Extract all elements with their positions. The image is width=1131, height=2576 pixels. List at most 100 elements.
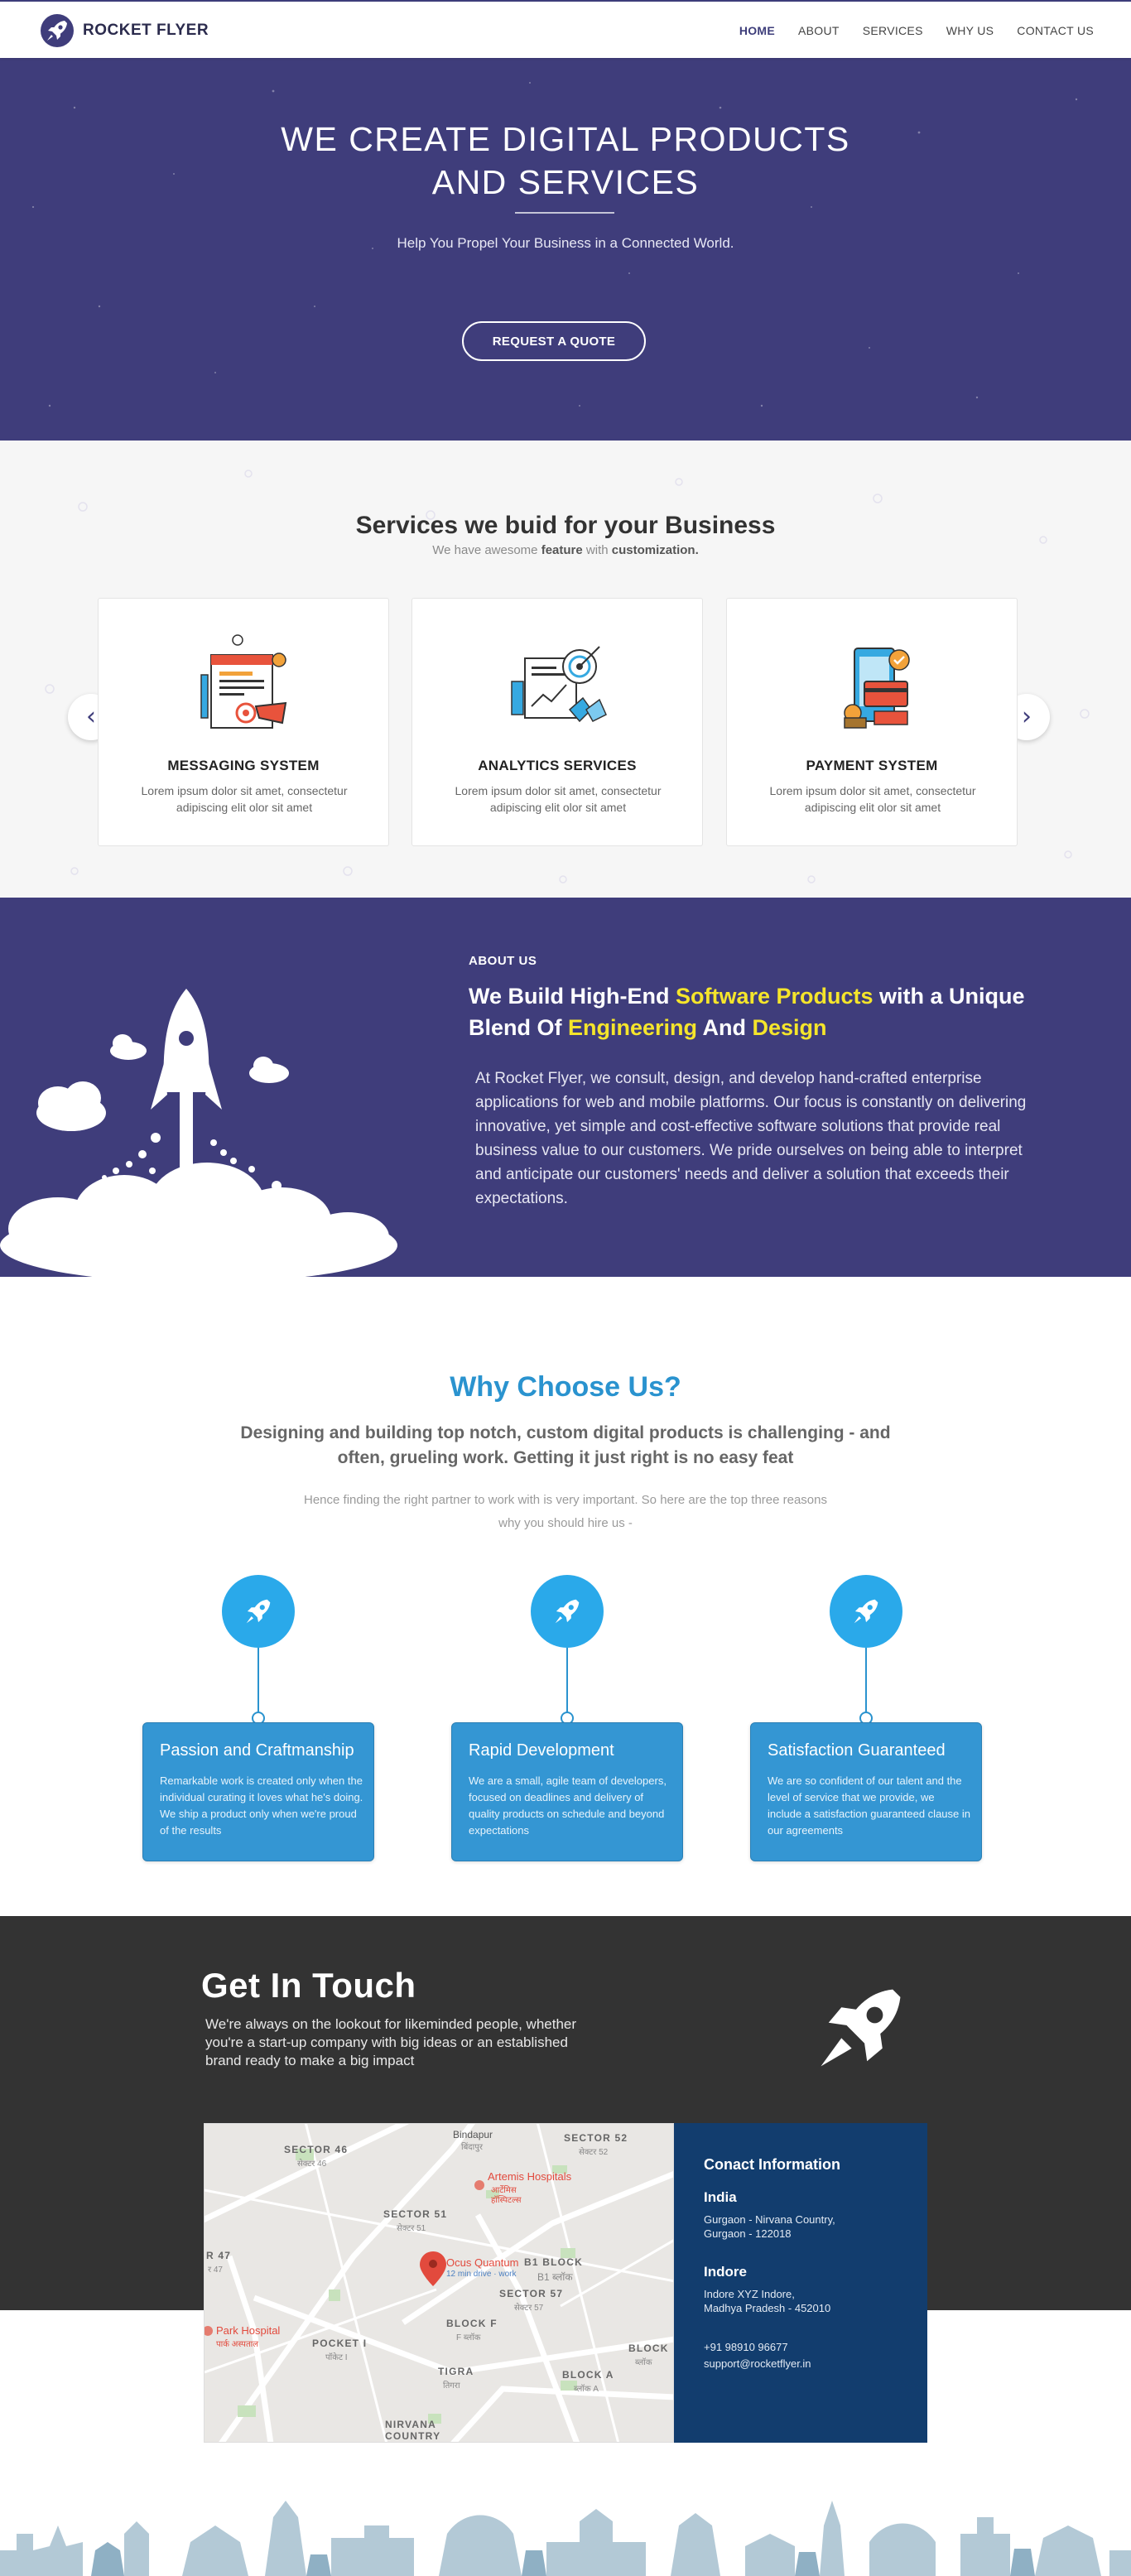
map-label: Bindapur (453, 2129, 493, 2140)
about-label: ABOUT US (469, 954, 537, 968)
map-label: सेक्टर 46 (297, 2160, 327, 2169)
office-indore-heading: Indore (704, 2264, 747, 2280)
rocket-launch-illustration (0, 989, 397, 1277)
feature-badge (222, 1575, 295, 1648)
service-card-title: PAYMENT SYSTEM (806, 758, 938, 773)
feature-badge (531, 1575, 604, 1648)
map-label: F ब्लॉक (456, 2333, 481, 2342)
hero-section: WE CREATE DIGITAL PRODUCTS AND SERVICES … (0, 58, 1131, 441)
map-label: BLOCK A (562, 2369, 614, 2381)
map-label: तिगरा (443, 2381, 460, 2391)
main-nav: HOME ABOUT SERVICES WHY US CONTACT US (739, 24, 1094, 37)
contact-info-title: Conact Information (704, 2156, 840, 2173)
hero-title-line1: WE CREATE DIGITAL PRODUCTS (281, 120, 850, 158)
map-label: सेक्टर 52 (579, 2148, 609, 2157)
service-card-title: MESSAGING SYSTEM (167, 758, 320, 773)
hero-divider (515, 212, 614, 214)
rocket-logo-icon (41, 14, 74, 47)
map-label: BLOCK (628, 2342, 669, 2354)
map-label: पार्क अस्पताल (216, 2340, 259, 2349)
why-note: Hence finding the right partner to work … (304, 1493, 827, 1530)
map-place-label: Ocus Quantum (446, 2256, 519, 2269)
nav-services[interactable]: SERVICES (863, 24, 923, 37)
map-label: TIGRA (438, 2366, 474, 2377)
feature-text: We are so confident of our talent and th… (768, 1774, 970, 1837)
service-card[interactable]: PAYMENT SYSTEM Lorem ipsum dolor sit ame… (726, 598, 1018, 846)
service-card-text: Lorem ipsum dolor sit amet, consectetur … (769, 784, 976, 814)
contact-text: We're always on the lookout for likemind… (205, 2016, 577, 2068)
map-label: B1 ब्लॉक (537, 2271, 573, 2283)
map-roads (205, 2124, 673, 2442)
map-label: BLOCK F (446, 2318, 498, 2329)
map-label: पॉकेट I (325, 2353, 348, 2362)
hero-title: WE CREATE DIGITAL PRODUCTS AND SERVICES (0, 118, 1131, 204)
chevron-right-icon: › (1022, 702, 1032, 731)
location-map[interactable]: SECTOR 46 सेक्टर 46 Bindapur बिंदापुर SE… (204, 2123, 674, 2443)
nav-about[interactable]: ABOUT (798, 24, 840, 37)
rocket-icon (821, 1989, 901, 2067)
nav-why-us[interactable]: WHY US (946, 24, 994, 37)
map-label: हॉस्पिटल्स (491, 2196, 522, 2205)
contact-phone[interactable]: +91 98910 96677 (704, 2340, 788, 2354)
nav-home[interactable]: HOME (739, 24, 775, 37)
map-label: R 47 (206, 2250, 232, 2261)
services-title: Services we buid for your Business (355, 512, 776, 539)
map-place-label: Artemis Hospitals (488, 2170, 572, 2183)
map-label: ब्लॉक A (574, 2385, 599, 2394)
feature-badge (830, 1575, 902, 1648)
about-text: At Rocket Flyer, we consult, design, and… (475, 1070, 1027, 1207)
map-label: SECTOR 57 (499, 2288, 564, 2299)
rocket-icon (854, 1599, 878, 1624)
rocket-icon (246, 1599, 271, 1624)
map-label: SECTOR 51 (383, 2208, 448, 2220)
feature-text: Remarkable work is created only when the… (160, 1774, 363, 1837)
service-card[interactable]: MESSAGING SYSTEM Lorem ipsum dolor sit a… (98, 598, 389, 846)
contact-email[interactable]: support@rocketflyer.in (704, 2357, 811, 2371)
service-card-title: ANALYTICS SERVICES (478, 758, 637, 773)
map-label: सेक्टर 51 (397, 2224, 426, 2233)
nav-contact-us[interactable]: CONTACT US (1017, 24, 1094, 37)
map-label: COUNTRY (385, 2430, 441, 2442)
map-label: SECTOR 46 (284, 2144, 349, 2155)
feature-item: Passion and Craftmanship Remarkable work… (142, 1575, 374, 1873)
services-subtitle: We have awesome feature with customizati… (432, 543, 699, 557)
why-section: Why Choose Us? Designing and building to… (0, 1277, 1131, 1916)
map-label: POCKET I (312, 2338, 368, 2349)
map-label: 12 min drive · work (446, 2270, 517, 2279)
feature-item: Rapid Development We are a small, agile … (451, 1575, 683, 1873)
brand-name: ROCKET FLYER (83, 22, 209, 39)
feature-title: Passion and Craftmanship (160, 1741, 354, 1760)
connector-line (566, 1648, 568, 1714)
services-section: Services we buid for your Business We ha… (0, 441, 1131, 898)
about-heading: We Build High-End Software Products with… (469, 984, 1025, 1040)
feature-title: Rapid Development (469, 1741, 614, 1760)
feature-title: Satisfaction Guaranteed (768, 1741, 946, 1760)
service-card[interactable]: ANALYTICS SERVICES Lorem ipsum dolor sit… (411, 598, 703, 846)
map-label: SECTOR 52 (564, 2132, 628, 2144)
request-quote-button[interactable]: REQUEST A QUOTE (462, 321, 646, 361)
analytics-icon (511, 646, 607, 723)
chevron-left-icon: ‹ (86, 702, 96, 731)
office-indore-address: Indore XYZ Indore, Madhya Pradesh - 45201… (704, 2288, 831, 2314)
connector-line (865, 1648, 867, 1714)
service-card-text: Lorem ipsum dolor sit amet, consectetur … (141, 784, 348, 814)
map-label: सेक्टर 57 (514, 2304, 544, 2313)
map-label: ब्लॉक (635, 2358, 652, 2367)
brand-logo[interactable]: ROCKET FLYER (40, 13, 209, 48)
office-india-heading: India (704, 2189, 737, 2205)
feature-item: Satisfaction Guaranteed We are so confid… (750, 1575, 982, 1873)
why-title: Why Choose Us? (450, 1371, 681, 1403)
service-card-text: Lorem ipsum dolor sit amet, consectetur … (455, 784, 662, 814)
feature-box: Satisfaction Guaranteed We are so confid… (750, 1722, 982, 1861)
connector-line (257, 1648, 259, 1714)
payment-icon (844, 648, 910, 729)
map-label: बिंदापुर (461, 2143, 483, 2152)
contact-info-panel: Conact Information India Gurgaon - Nirva… (674, 2123, 927, 2443)
hero-title-line2: AND SERVICES (431, 163, 700, 201)
map-place-label: Park Hospital (216, 2324, 281, 2337)
feature-box: Passion and Craftmanship Remarkable work… (142, 1722, 374, 1861)
hero-subtitle: Help You Propel Your Business in a Conne… (397, 235, 734, 251)
navbar: ROCKET FLYER HOME ABOUT SERVICES WHY US … (0, 0, 1131, 58)
map-label: B1 BLOCK (524, 2256, 583, 2268)
feature-box: Rapid Development We are a small, agile … (451, 1722, 683, 1861)
